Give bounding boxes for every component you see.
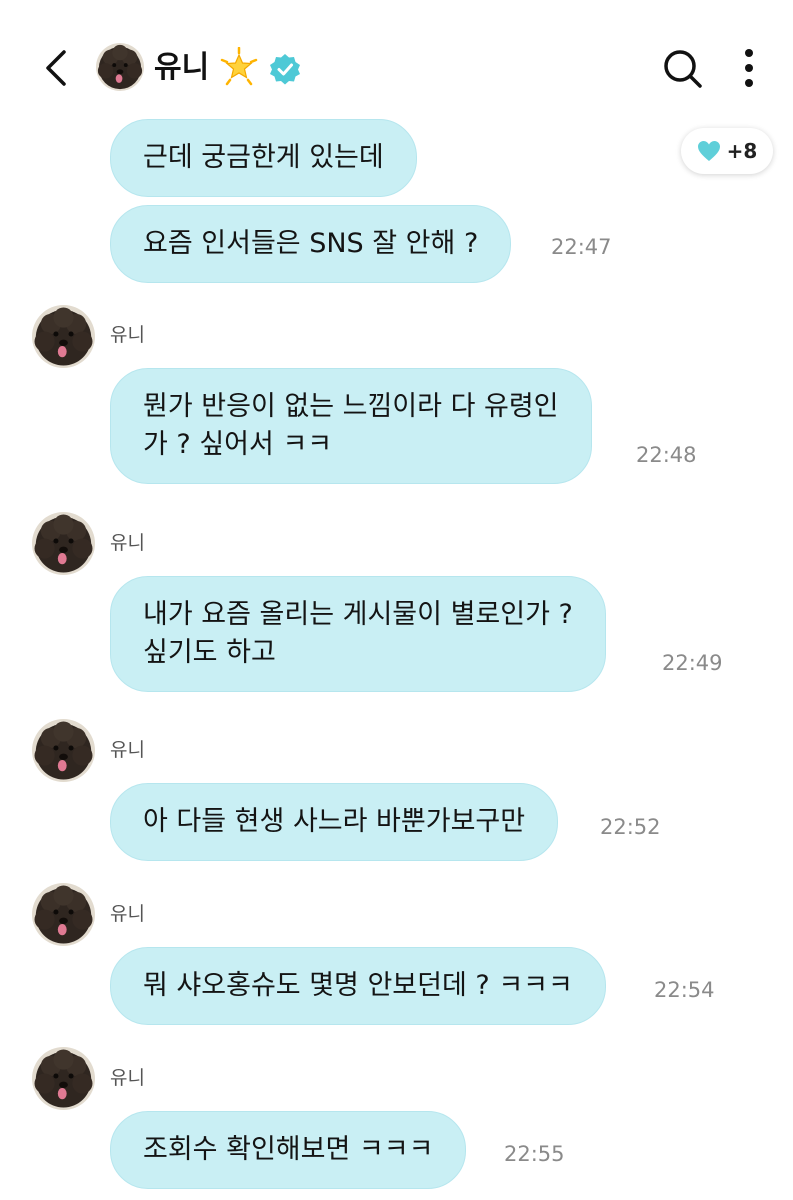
more-options-button[interactable] (733, 45, 765, 93)
back-button[interactable] (36, 46, 76, 90)
chevron-left-icon (46, 50, 66, 86)
message-time: 22:47 (551, 235, 612, 259)
sender-avatar[interactable] (32, 883, 95, 946)
sender-name: 유니 (110, 532, 145, 554)
message-time: 22:55 (504, 1142, 565, 1166)
chat-header: 유니 (0, 0, 793, 118)
reaction-badge[interactable]: +8 (681, 128, 773, 174)
message-bubble[interactable]: 아 다들 현생 사느라 바뿐가보구만 (110, 783, 559, 861)
message-list: 근데 궁금한게 있는데 +8 요즘 인서들은 SNS 잘 안해 ? 22:47 … (0, 0, 793, 1200)
message-time: 22:54 (654, 978, 715, 1002)
message-bubble[interactable]: 뭐 샤오홍슈도 몇명 안보던데 ? ㅋㅋㅋ (110, 947, 606, 1025)
message-time: 22:48 (636, 443, 697, 467)
message-bubble[interactable]: 요즘 인서들은 SNS 잘 안해 ? (110, 205, 512, 283)
sender-avatar[interactable] (32, 719, 95, 782)
message-bubble[interactable]: 조회수 확인해보면 ㅋㅋㅋ (110, 1111, 467, 1189)
glowing-star-icon (219, 46, 259, 87)
header-avatar[interactable] (96, 43, 144, 91)
sender-name: 유니 (110, 324, 145, 346)
message-bubble[interactable]: 근데 궁금한게 있는데 (110, 119, 417, 197)
message-time: 22:49 (662, 651, 723, 675)
heart-icon (697, 141, 720, 161)
sender-avatar[interactable] (32, 512, 95, 575)
message-time: 22:52 (600, 815, 661, 839)
reaction-count: +8 (726, 139, 758, 163)
sender-name: 유니 (110, 1067, 145, 1089)
sender-name: 유니 (110, 903, 145, 925)
message-bubble[interactable]: 뭔가 반응이 없는 느낌이라 다 유령인 가 ? 싶어서 ㅋㅋ (110, 368, 592, 484)
verified-badge-icon (268, 52, 302, 86)
search-button[interactable] (659, 45, 707, 93)
sender-avatar[interactable] (32, 305, 95, 368)
search-icon (664, 50, 702, 88)
contact-name: 유니 (154, 50, 210, 85)
sender-avatar[interactable] (32, 1047, 95, 1110)
more-vertical-icon (745, 49, 753, 87)
sender-name: 유니 (110, 739, 145, 761)
message-bubble[interactable]: 내가 요즘 올리는 게시물이 별로인가 ? 싶기도 하고 (110, 576, 606, 692)
